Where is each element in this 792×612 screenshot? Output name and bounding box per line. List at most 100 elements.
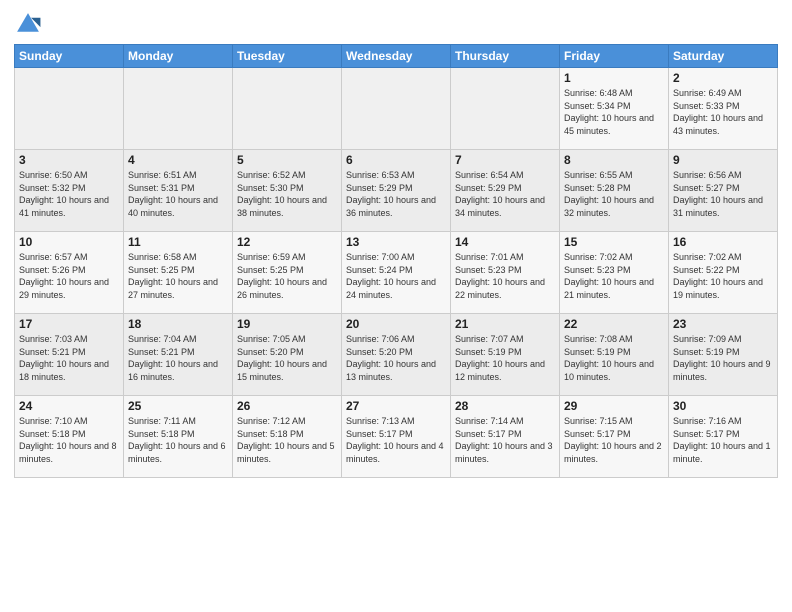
day-number: 7 [455,153,555,167]
day-info: Sunrise: 7:16 AM Sunset: 5:17 PM Dayligh… [673,415,773,465]
calendar-day-cell: 28 Sunrise: 7:14 AM Sunset: 5:17 PM Dayli… [451,396,560,478]
day-info: Sunrise: 7:12 AM Sunset: 5:18 PM Dayligh… [237,415,337,465]
day-number: 1 [564,71,664,85]
calendar-day-cell: 26 Sunrise: 7:12 AM Sunset: 5:18 PM Dayli… [233,396,342,478]
day-info: Sunrise: 7:11 AM Sunset: 5:18 PM Dayligh… [128,415,228,465]
day-info: Sunrise: 6:49 AM Sunset: 5:33 PM Dayligh… [673,87,773,137]
day-number: 6 [346,153,446,167]
calendar-day-cell: 17 Sunrise: 7:03 AM Sunset: 5:21 PM Dayli… [15,314,124,396]
day-info: Sunrise: 6:48 AM Sunset: 5:34 PM Dayligh… [564,87,664,137]
calendar-day-cell: 12 Sunrise: 6:59 AM Sunset: 5:25 PM Dayli… [233,232,342,314]
page: SundayMondayTuesdayWednesdayThursdayFrid… [0,0,792,612]
day-info: Sunrise: 7:08 AM Sunset: 5:19 PM Dayligh… [564,333,664,383]
day-of-week-header: Wednesday [342,45,451,68]
calendar-week-row: 17 Sunrise: 7:03 AM Sunset: 5:21 PM Dayli… [15,314,778,396]
day-number: 9 [673,153,773,167]
calendar-day-cell: 19 Sunrise: 7:05 AM Sunset: 5:20 PM Dayli… [233,314,342,396]
calendar-day-cell: 15Sunrise: 7:02 AM Sunset: 5:23 PM Dayli… [560,232,669,314]
day-number: 11 [128,235,228,249]
calendar-header-row: SundayMondayTuesdayWednesdayThursdayFrid… [15,45,778,68]
day-info: Sunrise: 7:05 AM Sunset: 5:20 PM Dayligh… [237,333,337,383]
calendar-day-cell: 2 Sunrise: 6:49 AM Sunset: 5:33 PM Daylig… [669,68,778,150]
day-info: Sunrise: 6:56 AM Sunset: 5:27 PM Dayligh… [673,169,773,219]
calendar-day-cell: 9 Sunrise: 6:56 AM Sunset: 5:27 PM Daylig… [669,150,778,232]
logo [14,10,44,38]
day-info: Sunrise: 7:07 AM Sunset: 5:19 PM Dayligh… [455,333,555,383]
day-info: Sunrise: 6:52 AM Sunset: 5:30 PM Dayligh… [237,169,337,219]
calendar-day-cell: 3Sunrise: 6:50 AM Sunset: 5:32 PM Daylig… [15,150,124,232]
day-number: 26 [237,399,337,413]
day-number: 5 [237,153,337,167]
calendar-day-cell: 8 Sunrise: 6:55 AM Sunset: 5:28 PM Daylig… [560,150,669,232]
calendar-day-cell: 23 Sunrise: 7:09 AM Sunset: 5:19 PM Dayli… [669,314,778,396]
day-number: 13 [346,235,446,249]
day-of-week-header: Sunday [15,45,124,68]
calendar-day-cell: 14 Sunrise: 7:01 AM Sunset: 5:23 PM Dayli… [451,232,560,314]
day-of-week-header: Saturday [669,45,778,68]
day-info: Sunrise: 6:54 AM Sunset: 5:29 PM Dayligh… [455,169,555,219]
day-info: Sunrise: 7:02 AM Sunset: 5:22 PM Dayligh… [673,251,773,301]
day-info: Sunrise: 7:04 AM Sunset: 5:21 PM Dayligh… [128,333,228,383]
day-info: Sunrise: 6:57 AM Sunset: 5:26 PM Dayligh… [19,251,119,301]
calendar-day-cell: 10 Sunrise: 6:57 AM Sunset: 5:26 PM Dayli… [15,232,124,314]
calendar-day-cell: 13 Sunrise: 7:00 AM Sunset: 5:24 PM Dayli… [342,232,451,314]
day-number: 10 [19,235,119,249]
calendar-day-cell [451,68,560,150]
day-number: 30 [673,399,773,413]
day-number: 19 [237,317,337,331]
calendar-day-cell [342,68,451,150]
day-info: Sunrise: 7:09 AM Sunset: 5:19 PM Dayligh… [673,333,773,383]
calendar-day-cell: 20Sunrise: 7:06 AM Sunset: 5:20 PM Dayli… [342,314,451,396]
day-number: 18 [128,317,228,331]
calendar-week-row: 3Sunrise: 6:50 AM Sunset: 5:32 PM Daylig… [15,150,778,232]
day-number: 2 [673,71,773,85]
logo-icon [14,10,42,38]
day-number: 21 [455,317,555,331]
calendar-day-cell: 25 Sunrise: 7:11 AM Sunset: 5:18 PM Dayli… [124,396,233,478]
day-info: Sunrise: 6:53 AM Sunset: 5:29 PM Dayligh… [346,169,446,219]
day-number: 12 [237,235,337,249]
calendar-day-cell: 7 Sunrise: 6:54 AM Sunset: 5:29 PM Daylig… [451,150,560,232]
day-number: 8 [564,153,664,167]
day-info: Sunrise: 6:59 AM Sunset: 5:25 PM Dayligh… [237,251,337,301]
day-info: Sunrise: 7:03 AM Sunset: 5:21 PM Dayligh… [19,333,119,383]
day-info: Sunrise: 7:00 AM Sunset: 5:24 PM Dayligh… [346,251,446,301]
day-of-week-header: Thursday [451,45,560,68]
calendar-day-cell: 11Sunrise: 6:58 AM Sunset: 5:25 PM Dayli… [124,232,233,314]
day-number: 25 [128,399,228,413]
day-info: Sunrise: 7:02 AM Sunset: 5:23 PM Dayligh… [564,251,664,301]
calendar-day-cell: 16 Sunrise: 7:02 AM Sunset: 5:22 PM Dayli… [669,232,778,314]
calendar: SundayMondayTuesdayWednesdayThursdayFrid… [14,44,778,478]
calendar-day-cell [233,68,342,150]
day-info: Sunrise: 6:55 AM Sunset: 5:28 PM Dayligh… [564,169,664,219]
day-number: 23 [673,317,773,331]
day-of-week-header: Friday [560,45,669,68]
calendar-day-cell: 29 Sunrise: 7:15 AM Sunset: 5:17 PM Dayli… [560,396,669,478]
day-info: Sunrise: 7:15 AM Sunset: 5:17 PM Dayligh… [564,415,664,465]
day-of-week-header: Monday [124,45,233,68]
calendar-day-cell: 5 Sunrise: 6:52 AM Sunset: 5:30 PM Daylig… [233,150,342,232]
calendar-day-cell: 18 Sunrise: 7:04 AM Sunset: 5:21 PM Dayli… [124,314,233,396]
calendar-week-row: 10 Sunrise: 6:57 AM Sunset: 5:26 PM Dayli… [15,232,778,314]
calendar-day-cell: 27Sunrise: 7:13 AM Sunset: 5:17 PM Dayli… [342,396,451,478]
day-info: Sunrise: 7:14 AM Sunset: 5:17 PM Dayligh… [455,415,555,465]
day-of-week-header: Tuesday [233,45,342,68]
day-number: 27 [346,399,446,413]
day-number: 14 [455,235,555,249]
day-number: 17 [19,317,119,331]
day-number: 16 [673,235,773,249]
day-number: 4 [128,153,228,167]
day-info: Sunrise: 6:51 AM Sunset: 5:31 PM Dayligh… [128,169,228,219]
day-number: 22 [564,317,664,331]
day-number: 3 [19,153,119,167]
calendar-day-cell: 4 Sunrise: 6:51 AM Sunset: 5:31 PM Daylig… [124,150,233,232]
calendar-day-cell [15,68,124,150]
calendar-day-cell: 21 Sunrise: 7:07 AM Sunset: 5:19 PM Dayli… [451,314,560,396]
day-number: 29 [564,399,664,413]
day-info: Sunrise: 7:10 AM Sunset: 5:18 PM Dayligh… [19,415,119,465]
calendar-day-cell [124,68,233,150]
day-number: 24 [19,399,119,413]
day-number: 28 [455,399,555,413]
calendar-day-cell: 30 Sunrise: 7:16 AM Sunset: 5:17 PM Dayli… [669,396,778,478]
day-info: Sunrise: 7:01 AM Sunset: 5:23 PM Dayligh… [455,251,555,301]
